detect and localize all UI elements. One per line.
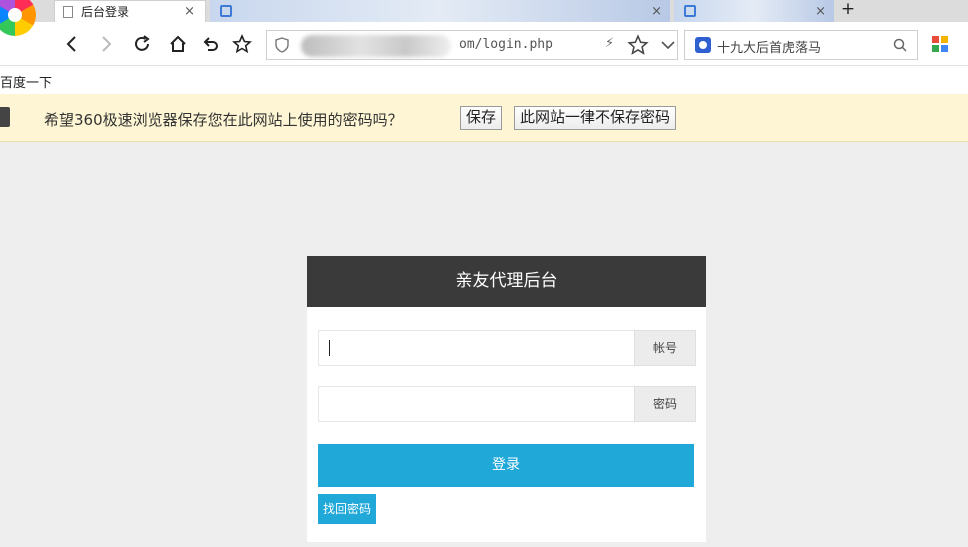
password-row: 密码 (318, 386, 696, 422)
site-favicon-icon (220, 5, 232, 17)
blurred-domain (301, 35, 451, 57)
lightning-icon[interactable]: ⚡ (605, 36, 614, 51)
password-input[interactable] (318, 386, 634, 422)
tab-title: 后台登录 (81, 5, 130, 19)
tab-close-icon[interactable]: × (651, 4, 662, 19)
password-save-bar: 希望360极速浏览器保存您在此网站上使用的密码吗？ 保存 此网站一律不保存密码 (0, 94, 968, 142)
login-title: 亲友代理后台 (307, 256, 706, 307)
chevron-down-icon[interactable] (659, 35, 677, 55)
address-url: om/login.php (459, 37, 553, 52)
home-button[interactable] (166, 32, 190, 56)
home-icon (170, 35, 186, 52)
bookmark-item[interactable]: 百度一下 (0, 72, 52, 91)
search-suggestion: 十九大后首虎落马 (717, 41, 822, 56)
text-cursor (329, 340, 330, 356)
tab-strip: 后台登录 × × × + (0, 0, 968, 36)
apps-grid-icon[interactable] (932, 36, 948, 52)
tab-close-icon[interactable]: × (815, 4, 826, 19)
bookmark-star-icon[interactable] (627, 34, 649, 56)
account-label: 帐号 (634, 330, 696, 366)
never-save-button[interactable]: 此网站一律不保存密码 (514, 106, 677, 130)
bookmark-bar: 百度一下 (0, 66, 968, 94)
login-panel: 亲友代理后台 帐号 密码 登录 找回密码 (307, 256, 706, 542)
undo-close-button[interactable] (198, 32, 222, 56)
page-icon (63, 5, 73, 18)
back-button[interactable] (60, 32, 84, 56)
login-button[interactable]: 登录 (318, 444, 694, 487)
password-save-message: 希望360极速浏览器保存您在此网站上使用的密码吗？ (44, 111, 403, 129)
tab-blurred[interactable]: × (674, 0, 834, 22)
security-shield-icon[interactable] (275, 37, 289, 53)
favorites-button[interactable] (230, 32, 254, 56)
account-input[interactable] (318, 330, 634, 366)
star-icon (232, 34, 252, 54)
search-engine-icon[interactable] (695, 37, 711, 53)
back-arrow-icon (66, 36, 76, 52)
reload-button[interactable] (130, 32, 154, 56)
forward-button[interactable] (94, 32, 118, 56)
password-label: 密码 (634, 386, 696, 422)
search-icon[interactable] (893, 38, 907, 52)
navigation-bar: om/login.php ⚡ 十九大后首虎落马 (0, 22, 968, 66)
tab-close-icon[interactable]: × (184, 4, 195, 19)
site-favicon-icon (684, 5, 696, 17)
search-box[interactable]: 十九大后首虎落马 (684, 30, 918, 60)
undo-icon (203, 37, 218, 51)
tab-blurred[interactable]: × (210, 0, 670, 22)
save-password-button[interactable]: 保存 (460, 106, 503, 130)
key-icon (0, 107, 10, 127)
forward-arrow-icon (102, 36, 112, 52)
tab-active[interactable]: 后台登录 × (54, 0, 206, 22)
new-tab-button[interactable]: + (838, 0, 858, 22)
forgot-password-button[interactable]: 找回密码 (318, 494, 377, 524)
reload-icon (135, 35, 150, 51)
account-row: 帐号 (318, 330, 696, 366)
address-bar[interactable]: om/login.php ⚡ (266, 30, 678, 60)
